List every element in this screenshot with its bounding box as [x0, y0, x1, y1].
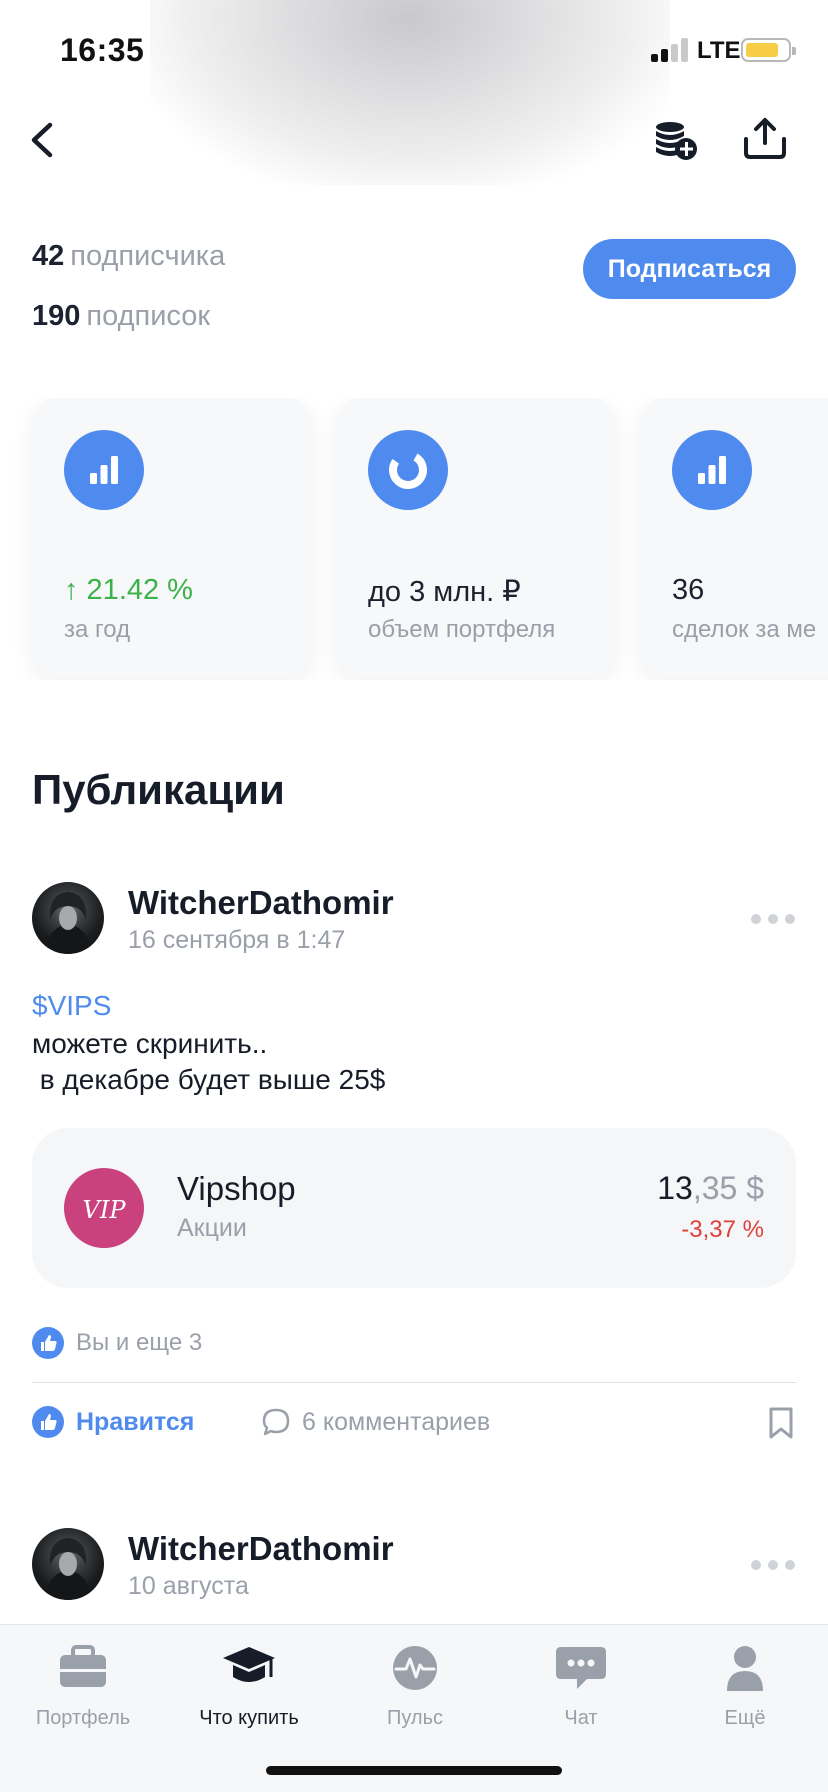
- pulse-icon: [387, 1643, 443, 1693]
- tab-label: Чат: [564, 1707, 598, 1729]
- chevron-left-icon: [31, 122, 53, 158]
- post-date: 16 сентября в 1:47: [128, 926, 346, 954]
- like-button[interactable]: Нравится: [32, 1406, 194, 1438]
- tab-pulse[interactable]: Пульс: [332, 1643, 498, 1730]
- comments-label: 6 комментариев: [302, 1407, 491, 1436]
- bar-chart-icon: [64, 430, 144, 510]
- profile-icon: [717, 1643, 773, 1693]
- following-count: 190: [32, 300, 81, 332]
- share-upload-icon: [744, 118, 786, 159]
- followers-stat[interactable]: 42 подписчика: [32, 236, 225, 296]
- tab-label: Портфель: [35, 1707, 131, 1729]
- network-type: LTE: [697, 37, 741, 64]
- stat-card-trades[interactable]: 36 сделок за ме: [640, 398, 828, 678]
- post-author[interactable]: WitcherDathomir: [128, 884, 394, 922]
- post-text: можете скринить.. в декабре будет выше 2…: [32, 1028, 386, 1095]
- post-author[interactable]: WitcherDathomir: [128, 1530, 394, 1568]
- home-indicator[interactable]: [266, 1766, 562, 1775]
- status-time: 16:35: [60, 32, 145, 68]
- add-to-watchlist-button[interactable]: [652, 117, 702, 167]
- briefcase-icon: [55, 1643, 111, 1693]
- thumbs-up-icon: [32, 1406, 64, 1438]
- stat-card-value: ↑ 21.42 %: [64, 574, 193, 606]
- tab-portfolio[interactable]: Портфель: [0, 1643, 166, 1730]
- stock-name: Vipshop: [177, 1170, 296, 1207]
- vipshop-logo: VIP: [64, 1168, 144, 1248]
- likes-summary[interactable]: Вы и еще 3: [32, 1326, 202, 1360]
- following-label: подписок: [86, 300, 211, 332]
- subscribe-button[interactable]: Подписаться: [583, 239, 796, 299]
- top-navigation: [0, 105, 828, 175]
- more-options-icon[interactable]: [751, 914, 795, 926]
- stat-card-value: до 3 млн. ₽: [368, 576, 521, 608]
- bookmark-button[interactable]: [766, 1406, 796, 1440]
- stock-type: Акции: [177, 1214, 247, 1242]
- stat-card-value: 36: [672, 574, 705, 606]
- donut-chart-icon: [368, 430, 448, 510]
- stock-card[interactable]: VIP Vipshop Акции 13,35 $ -3,37 %: [32, 1128, 796, 1288]
- post-date: 10 августа: [128, 1572, 249, 1600]
- like-label: Нравится: [76, 1407, 195, 1436]
- profile-stats: 42 подписчика 190 подписок: [32, 236, 225, 356]
- thumbs-up-icon: [32, 1327, 64, 1359]
- battery-icon: [741, 38, 796, 62]
- stat-card-caption: за год: [64, 616, 131, 643]
- following-stat[interactable]: 190 подписок: [32, 296, 225, 356]
- price-decimal: ,35 $: [692, 1170, 764, 1206]
- ticker-link[interactable]: $VIPS: [32, 990, 111, 1022]
- bookmark-icon: [769, 1407, 793, 1439]
- tab-label: Ещё: [724, 1707, 766, 1729]
- stat-card-yearly-return[interactable]: ↑ 21.42 % за год: [32, 398, 312, 678]
- post-actions: Нравится 6 комментариев: [32, 1406, 796, 1442]
- price-integer: 13: [657, 1170, 693, 1206]
- cellular-signal-icon: [651, 38, 691, 62]
- followers-label: подписчика: [70, 240, 226, 272]
- graduation-cap-icon: [221, 1643, 277, 1693]
- section-title: Публикации: [32, 766, 285, 813]
- status-bar: 16:35 LTE: [0, 0, 828, 100]
- comment-bubble-icon: [262, 1408, 290, 1436]
- share-button[interactable]: [740, 115, 790, 165]
- divider: [32, 1382, 796, 1383]
- stock-price: 13,35 $: [657, 1170, 764, 1207]
- avatar[interactable]: [32, 1528, 104, 1600]
- stat-card-portfolio-size[interactable]: до 3 млн. ₽ объем портфеля: [336, 398, 616, 678]
- tab-what-to-buy[interactable]: Что купить: [166, 1643, 332, 1730]
- bar-chart-icon: [672, 430, 752, 510]
- stat-cards-carousel[interactable]: ↑ 21.42 % за год до 3 млн. ₽ объем портф…: [0, 398, 828, 680]
- price-change: -3,37 %: [681, 1216, 764, 1243]
- coins-plus-icon: [656, 122, 697, 160]
- chat-bubble-icon: [553, 1643, 609, 1693]
- comments-button[interactable]: 6 комментариев: [260, 1406, 490, 1438]
- tab-chat[interactable]: Чат: [498, 1643, 664, 1730]
- tab-more[interactable]: Ещё: [662, 1643, 828, 1730]
- more-options-icon[interactable]: [751, 1560, 795, 1572]
- tab-label: Что купить: [199, 1707, 299, 1729]
- tab-label: Пульс: [386, 1707, 444, 1729]
- back-button[interactable]: [20, 115, 70, 165]
- likes-text: Вы и еще 3: [76, 1329, 203, 1356]
- stat-card-caption: сделок за ме: [672, 616, 817, 643]
- followers-count: 42: [32, 240, 65, 272]
- avatar[interactable]: [32, 882, 104, 954]
- stat-card-caption: объем портфеля: [368, 616, 556, 643]
